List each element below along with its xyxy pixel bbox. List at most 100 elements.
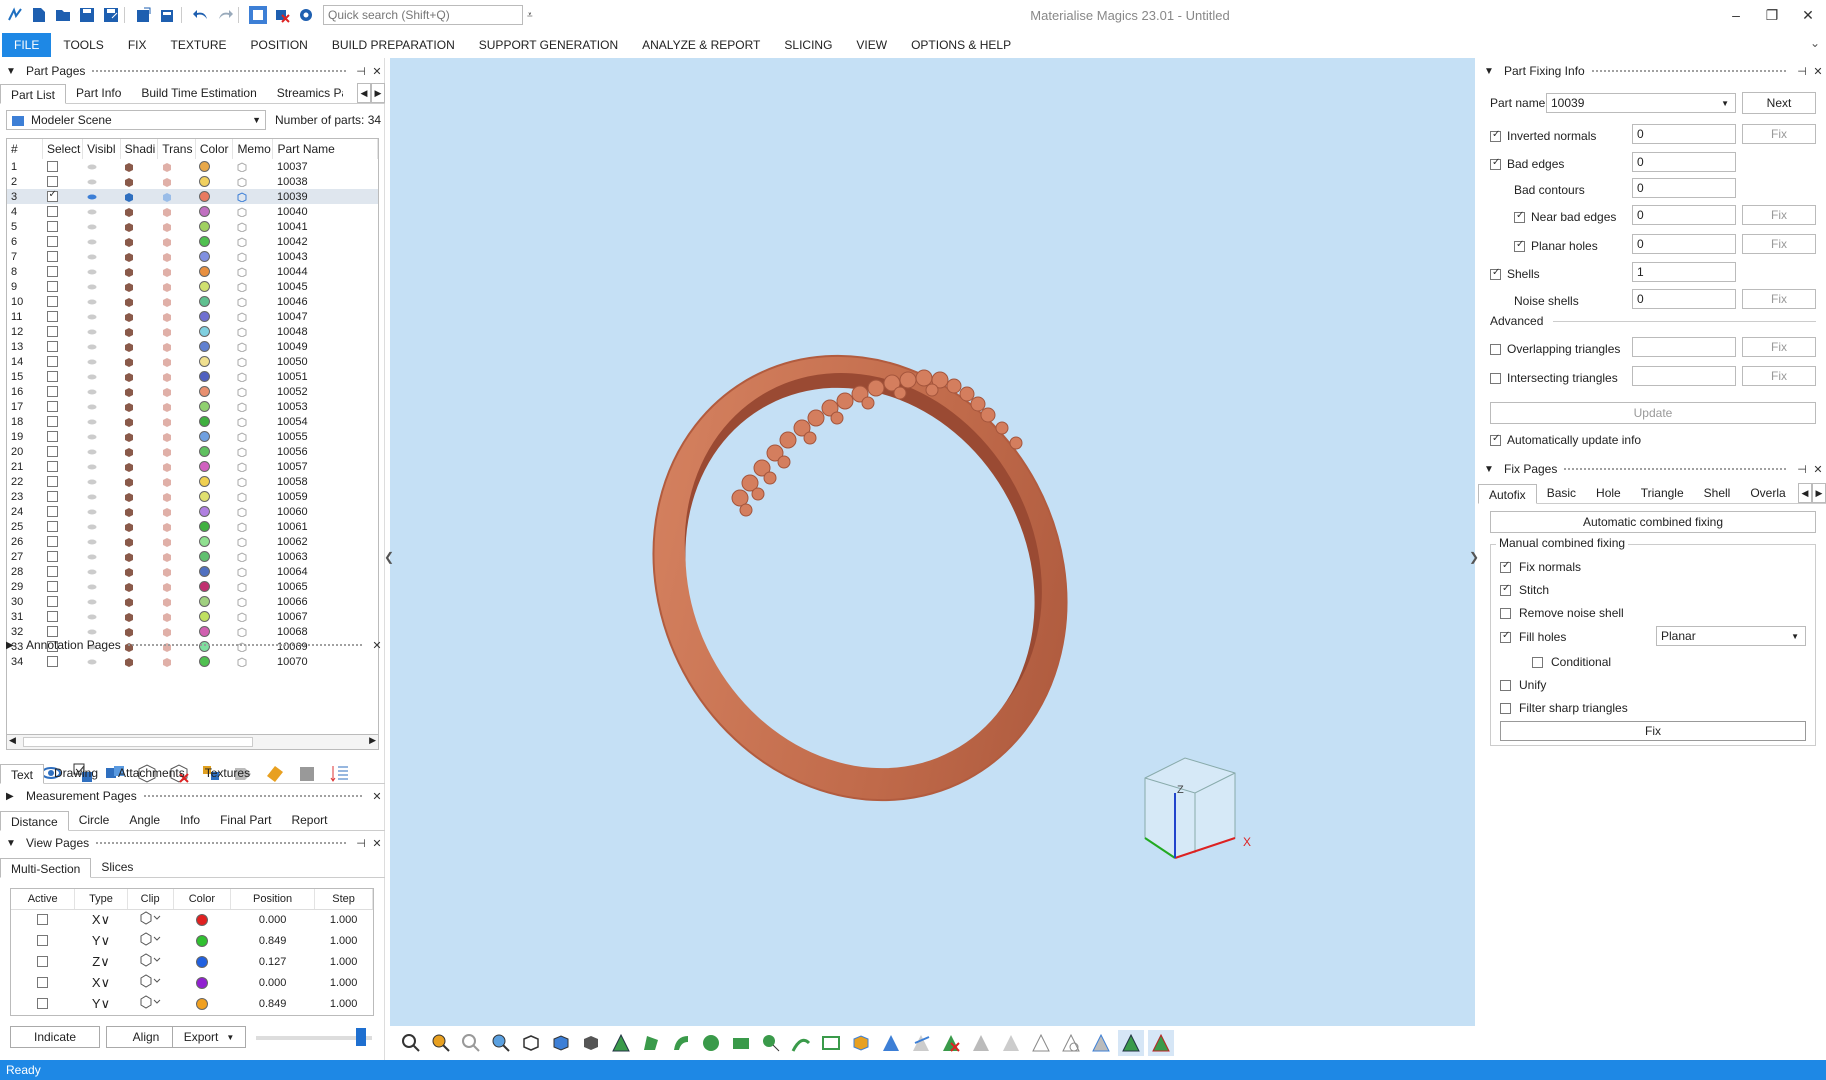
part-color-swatch[interactable] <box>199 356 211 368</box>
zoom-window-icon[interactable] <box>428 1030 454 1056</box>
select-checkbox[interactable] <box>46 161 58 173</box>
close-icon[interactable]: ✕ <box>369 837 385 850</box>
memo-icon[interactable] <box>237 417 247 427</box>
shading-icon[interactable] <box>124 237 134 247</box>
table-row[interactable]: 18 10054 <box>7 414 378 429</box>
ribbon-tab-file[interactable]: FILE <box>2 33 52 57</box>
shading-icon[interactable] <box>124 282 134 292</box>
close-icon[interactable]: ✕ <box>369 790 385 803</box>
part-name[interactable]: 10044 <box>273 264 378 279</box>
section-step[interactable]: 1.000 <box>315 972 373 993</box>
table-row[interactable]: 7 10043 <box>7 249 378 264</box>
tab-attachments[interactable]: Attachments <box>108 763 195 783</box>
measurement-pages-header[interactable]: ▶ Measurement Pages ✕ <box>0 785 385 807</box>
shading-icon[interactable] <box>124 177 134 187</box>
part-color-swatch[interactable] <box>199 311 211 323</box>
import-icon[interactable] <box>135 6 153 24</box>
shading-icon[interactable] <box>124 492 134 502</box>
table-row[interactable]: 23 10059 <box>7 489 378 504</box>
ribbon-tab-support-generation[interactable]: SUPPORT GENERATION <box>467 33 630 57</box>
shading-icon[interactable] <box>124 372 134 382</box>
new-file-icon[interactable] <box>30 6 48 24</box>
fix-option-checkbox[interactable] <box>1500 630 1511 643</box>
tab-fix-shell[interactable]: Shell <box>1694 483 1741 503</box>
section-position[interactable]: 0.849 <box>231 930 315 951</box>
memo-icon[interactable] <box>237 372 247 382</box>
clip-icon[interactable] <box>139 974 161 988</box>
transparency-icon[interactable] <box>162 492 172 502</box>
close-icon[interactable]: ✕ <box>1810 65 1826 78</box>
collapse-left-handle-icon[interactable]: ❮ <box>384 550 394 564</box>
part-color-swatch[interactable] <box>199 431 211 443</box>
part-name[interactable]: 10065 <box>273 579 378 594</box>
active-checkbox[interactable] <box>37 956 49 968</box>
part-color-swatch[interactable] <box>199 551 211 563</box>
shading-icon[interactable] <box>124 312 134 322</box>
transparency-icon[interactable] <box>162 252 172 262</box>
clip-icon[interactable] <box>139 995 161 1009</box>
shading-icon[interactable] <box>124 417 134 427</box>
part-color-swatch[interactable] <box>199 581 211 593</box>
mark-outline-icon[interactable] <box>1058 1030 1084 1056</box>
issue-checkbox[interactable] <box>1490 129 1501 142</box>
memo-icon[interactable] <box>237 162 247 172</box>
select-checkbox[interactable] <box>46 296 58 308</box>
transparency-icon[interactable] <box>162 372 172 382</box>
part-name[interactable]: 10045 <box>273 279 378 294</box>
part-color-swatch[interactable] <box>199 221 211 233</box>
fix-option-checkbox[interactable] <box>1500 702 1511 714</box>
undo-icon[interactable] <box>192 6 210 24</box>
select-checkbox[interactable] <box>46 506 58 518</box>
memo-icon[interactable] <box>237 447 247 457</box>
shading-icon[interactable] <box>124 597 134 607</box>
collapse-triangle-icon[interactable]: ▼ <box>6 66 16 77</box>
table-row[interactable]: 27 10063 <box>7 549 378 564</box>
part-color-swatch[interactable] <box>199 446 211 458</box>
ribbon-tab-tools[interactable]: TOOLS <box>51 33 115 57</box>
select-checkbox[interactable] <box>46 401 58 413</box>
issue-checkbox[interactable] <box>1514 239 1525 252</box>
part-name-select[interactable]: 10039 ▼ <box>1546 93 1736 113</box>
part-name[interactable]: 10060 <box>273 504 378 519</box>
memo-icon[interactable] <box>237 432 247 442</box>
shading-icon[interactable] <box>124 252 134 262</box>
visibility-eye-icon[interactable] <box>87 357 97 367</box>
visibility-eye-icon[interactable] <box>87 447 97 457</box>
pin-icon[interactable]: ⊣ <box>353 65 369 78</box>
shading-icon[interactable] <box>124 162 134 172</box>
fill-holes-mode-select[interactable]: Planar ▼ <box>1656 626 1806 646</box>
delete-marked-icon[interactable] <box>998 1030 1024 1056</box>
table-row[interactable]: 3 10039 <box>7 189 378 204</box>
select-checkbox[interactable] <box>46 611 58 623</box>
memo-icon[interactable] <box>237 612 247 622</box>
chevron-down-icon[interactable]: ⌄ <box>1810 36 1820 50</box>
fix-button[interactable]: Fix <box>1500 721 1806 741</box>
transparency-icon[interactable] <box>162 567 172 577</box>
transparency-icon[interactable] <box>162 477 172 487</box>
visibility-eye-icon[interactable] <box>87 612 97 622</box>
visibility-eye-icon[interactable] <box>87 477 97 487</box>
ribbon-tab-slicing[interactable]: SLICING <box>772 33 844 57</box>
part-color-swatch[interactable] <box>199 536 211 548</box>
zoom-selection-icon[interactable] <box>488 1030 514 1056</box>
ribbon-tab-view[interactable]: VIEW <box>844 33 899 57</box>
mark-highlight-icon[interactable] <box>1118 1030 1144 1056</box>
tab-fix-hole[interactable]: Hole <box>1586 483 1631 503</box>
transparency-icon[interactable] <box>162 462 172 472</box>
close-icon[interactable]: ✕ <box>369 65 385 78</box>
table-row[interactable]: 17 10053 <box>7 399 378 414</box>
section-row[interactable]: Y∨ 0.849 1.000 <box>11 930 373 951</box>
redo-icon[interactable] <box>216 6 234 24</box>
select-checkbox[interactable] <box>46 371 58 383</box>
table-row[interactable]: 20 10056 <box>7 444 378 459</box>
transparency-icon[interactable] <box>162 267 172 277</box>
transparency-icon[interactable] <box>162 192 172 202</box>
visibility-eye-icon[interactable] <box>87 432 97 442</box>
section-position[interactable]: 0.849 <box>231 993 315 1014</box>
lasso-mark-icon[interactable] <box>758 1030 784 1056</box>
column-header[interactable]: Color <box>195 139 234 159</box>
memo-icon[interactable] <box>237 237 247 247</box>
fix-option-checkbox[interactable] <box>1500 607 1511 619</box>
slider-thumb[interactable] <box>356 1028 366 1046</box>
automatic-combined-fixing-button[interactable]: Automatic combined fixing <box>1490 511 1816 533</box>
